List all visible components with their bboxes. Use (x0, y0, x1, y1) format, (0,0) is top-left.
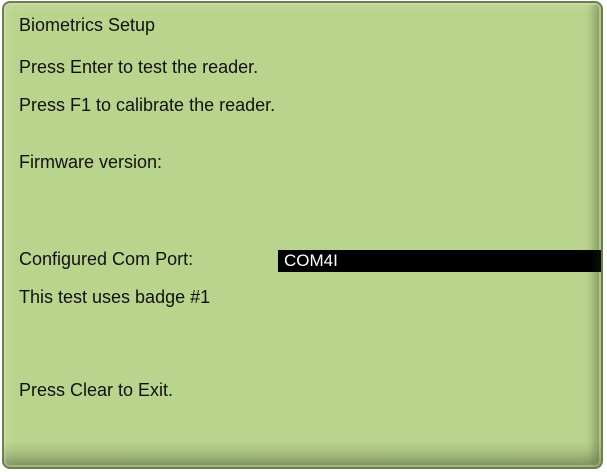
configured-com-port-field[interactable]: COM4I (278, 250, 601, 272)
firmware-version-label: Firmware version: (19, 152, 163, 172)
clear-exit-instruction: Press Clear to Exit. (19, 380, 174, 400)
screen-bottom-shadow (4, 441, 601, 467)
f1-calibrate-instruction: Press F1 to calibrate the reader. (19, 95, 276, 115)
configured-com-port-label: Configured Com Port: (19, 249, 194, 269)
screen-right-shadow (589, 3, 601, 467)
enter-test-instruction: Press Enter to test the reader. (19, 57, 259, 77)
screen-title: Biometrics Setup (19, 15, 156, 35)
lcd-screen: Biometrics Setup Press Enter to test the… (2, 1, 603, 469)
badge-info-text: This test uses badge #1 (19, 287, 211, 307)
